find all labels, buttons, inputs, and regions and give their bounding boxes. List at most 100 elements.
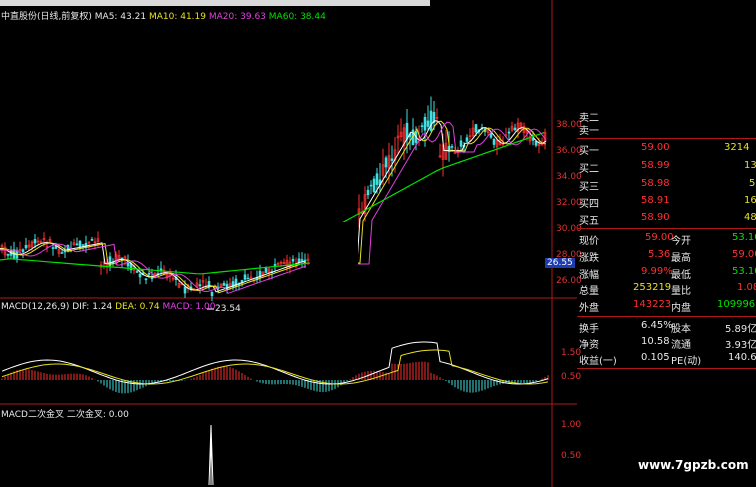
stat-value: 109996 bbox=[717, 299, 756, 310]
stat-value: 5.89亿 bbox=[725, 324, 756, 335]
stat-label: 换手 bbox=[579, 324, 599, 335]
macd-header: MACD(12,26,9) DIF: 1.24 DEA: 0.74 MACD: … bbox=[1, 302, 215, 312]
buy-row[interactable]: 买三 58.98 5 bbox=[577, 177, 756, 193]
buy-price: 58.90 bbox=[641, 212, 670, 223]
candle-body bbox=[90, 239, 94, 241]
candle-body bbox=[33, 239, 37, 244]
dea-line bbox=[1, 349, 549, 385]
candle-body bbox=[246, 277, 250, 280]
buy-row[interactable]: 买一 59.00 3214 bbox=[577, 141, 756, 157]
ma60-line bbox=[0, 132, 545, 275]
candle-body bbox=[210, 291, 214, 297]
sell-label: 卖一 bbox=[579, 126, 599, 137]
candle-body bbox=[24, 245, 28, 249]
quote-divider bbox=[577, 228, 756, 229]
stat-label: 量比 bbox=[671, 286, 691, 297]
candle-body bbox=[369, 184, 373, 187]
extra-row: 换手 6.45% 股本 5.89亿 bbox=[577, 319, 756, 335]
cross-axis-tick: 0.50 bbox=[561, 451, 582, 461]
candle-body bbox=[459, 140, 463, 147]
stat-label: 今开 bbox=[671, 236, 691, 247]
cross-axis-tick: 1.00 bbox=[561, 420, 582, 430]
extra-row: 收益(一) 0.105 PE(动) 140.6 bbox=[577, 351, 756, 367]
stat-value: 59.00 bbox=[732, 249, 756, 260]
stat-label: 收益(一) bbox=[579, 356, 617, 367]
stat-label: 内盘 bbox=[671, 303, 691, 314]
macd-value: MACD: 1.00 bbox=[162, 302, 216, 312]
candle-body bbox=[60, 252, 64, 254]
stat-value: 3.93亿 bbox=[725, 340, 756, 351]
stat-value: 1.08 bbox=[737, 282, 756, 293]
cross-header: MACD二次金叉 二次金叉: 0.00 bbox=[1, 407, 129, 420]
buy-label: 买二 bbox=[579, 164, 599, 175]
stat-value: 5.36 bbox=[648, 249, 671, 260]
stat-label: 最低 bbox=[671, 270, 691, 281]
buy-label: 买四 bbox=[579, 199, 599, 210]
candle-body bbox=[222, 282, 226, 286]
candle-body bbox=[300, 259, 304, 261]
stat-label: 流通 bbox=[671, 340, 691, 351]
candle-body bbox=[465, 137, 469, 142]
candle-body bbox=[264, 267, 268, 273]
buy-label: 买三 bbox=[579, 182, 599, 193]
candle-body bbox=[492, 139, 496, 145]
candle-body bbox=[183, 286, 187, 294]
candle-body bbox=[135, 271, 139, 273]
stat-value: 0.105 bbox=[641, 352, 670, 363]
buy-volume: 16 bbox=[744, 195, 756, 206]
buy-row[interactable]: 买二 58.99 13 bbox=[577, 159, 756, 175]
candle-body bbox=[390, 158, 394, 161]
candle-body bbox=[138, 273, 142, 278]
buy-row[interactable]: 买四 58.91 16 bbox=[577, 194, 756, 210]
candle-body bbox=[6, 253, 10, 256]
candle-body bbox=[81, 244, 85, 246]
stat-value: 59.00 bbox=[645, 232, 674, 243]
candle-body bbox=[423, 117, 427, 131]
stat-value: 9.99% bbox=[641, 266, 673, 277]
candlesticks bbox=[0, 96, 547, 302]
stat-value: 10.58 bbox=[641, 336, 670, 347]
candle-body bbox=[159, 268, 163, 271]
stat-value: 143223 bbox=[633, 299, 672, 310]
candle-body bbox=[375, 173, 379, 185]
stat-value: 53.10 bbox=[732, 266, 756, 277]
buy-price: 58.98 bbox=[641, 178, 670, 189]
macd-histogram bbox=[1, 361, 549, 394]
stat-label: 净资 bbox=[579, 340, 599, 351]
stat-row: 现价 59.00 今开 53.10 bbox=[577, 231, 756, 247]
quote-divider bbox=[577, 316, 756, 317]
stat-value: 6.45% bbox=[641, 320, 673, 331]
stat-value: 53.10 bbox=[732, 232, 756, 243]
macd-dif: DIF: 1.24 bbox=[72, 302, 113, 312]
cross-signal bbox=[208, 424, 214, 486]
macd-axis-tick: 0.50 bbox=[561, 372, 582, 382]
candle-body bbox=[75, 243, 79, 246]
candle-body bbox=[450, 146, 454, 148]
candle-body bbox=[384, 157, 388, 168]
buy-price: 59.00 bbox=[641, 142, 670, 153]
stat-value: 253219 bbox=[633, 282, 672, 293]
stat-label: 涨幅 bbox=[579, 270, 599, 281]
stat-label: 现价 bbox=[579, 236, 599, 247]
buy-volume: 48 bbox=[744, 212, 756, 223]
stat-label: 外盘 bbox=[579, 303, 599, 314]
stat-label: PE(动) bbox=[671, 356, 702, 367]
sell-row[interactable]: 卖一 bbox=[577, 121, 756, 137]
macd-name: MACD(12,26,9) bbox=[1, 302, 70, 312]
candle-body bbox=[366, 189, 370, 196]
stat-row: 涨跌 5.36 最高 59.00 bbox=[577, 248, 756, 264]
candle-body bbox=[429, 110, 433, 131]
stat-label: 股本 bbox=[671, 324, 691, 335]
stat-row: 外盘 143223 内盘 109996 bbox=[577, 298, 756, 314]
stat-label: 最高 bbox=[671, 253, 691, 264]
stat-label: 涨跌 bbox=[579, 253, 599, 264]
candle-body bbox=[420, 125, 424, 127]
cross-value: 二次金叉: 0.00 bbox=[66, 410, 129, 420]
stat-row: 涨幅 9.99% 最低 53.10 bbox=[577, 265, 756, 281]
buy-price: 58.91 bbox=[641, 195, 670, 206]
buy-row[interactable]: 买五 58.90 48 bbox=[577, 211, 756, 227]
candle-body bbox=[63, 250, 67, 253]
chart-gap-mask bbox=[310, 222, 358, 270]
candle-body bbox=[507, 131, 511, 134]
candle-body bbox=[291, 258, 295, 262]
